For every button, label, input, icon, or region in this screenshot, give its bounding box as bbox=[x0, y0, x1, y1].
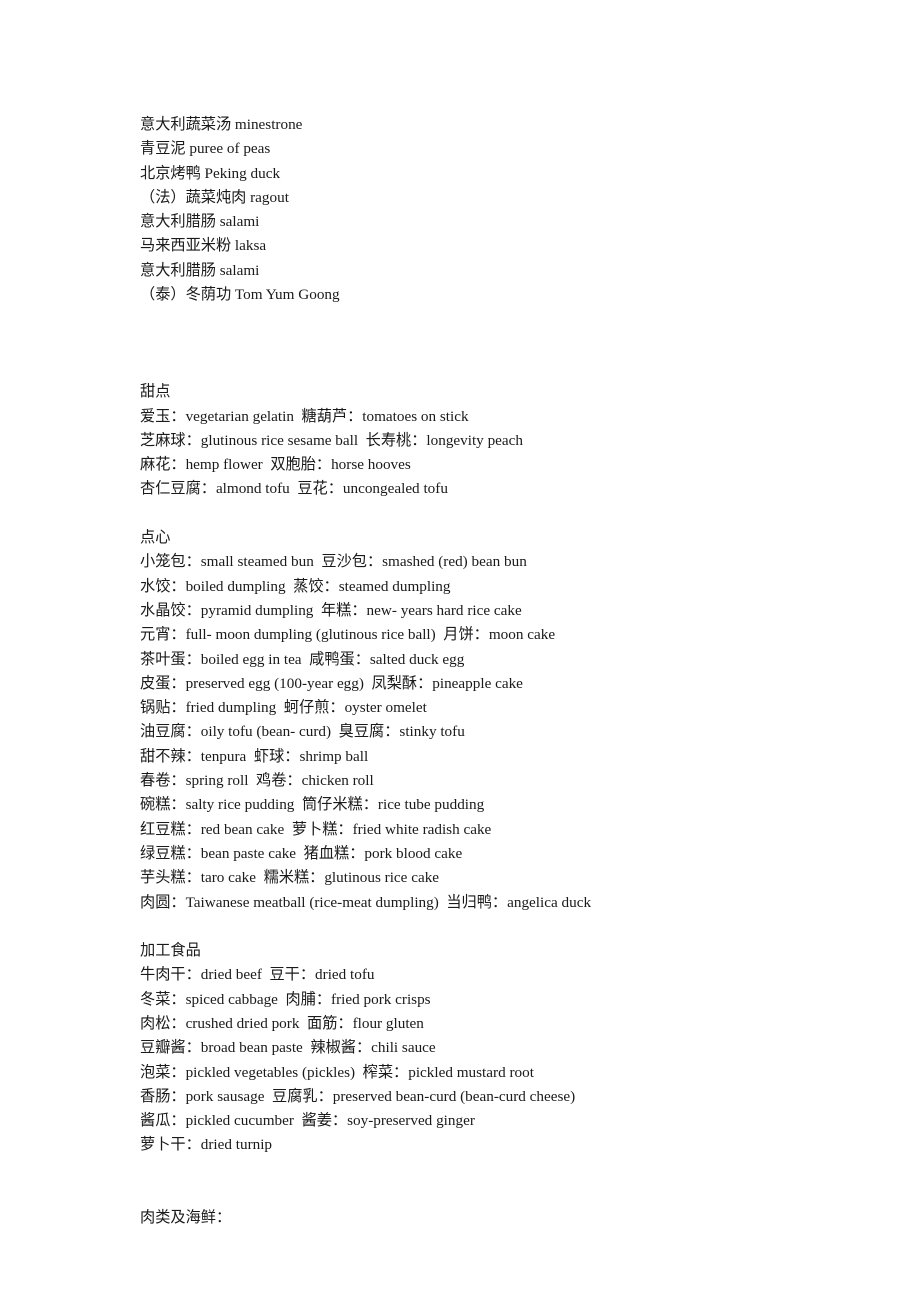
document-line: 水饺：boiled dumpling 蒸饺：steamed dumpling bbox=[140, 577, 451, 595]
text-block-dim-sum: 点心 小笼包：small steamed bun 豆沙包：smashed (re… bbox=[140, 526, 920, 915]
section-heading-meat-and-seafood: 肉类及海鲜： bbox=[140, 1209, 232, 1227]
document-line: 水晶饺：pyramid dumpling 年糕：new- years hard … bbox=[140, 601, 522, 619]
document-line: 小笼包：small steamed bun 豆沙包：smashed (red) … bbox=[140, 553, 527, 571]
document-line: 茶叶蛋：boiled egg in tea 咸鸭蛋：salted duck eg… bbox=[140, 650, 465, 668]
section-heading-dim-sum: 点心 bbox=[140, 529, 171, 547]
document-line: 爱玉：vegetarian gelatin 糖葫芦：tomatoes on st… bbox=[140, 407, 469, 425]
document-line: （法）蔬菜炖肉 ragout bbox=[140, 188, 289, 206]
document-line: 皮蛋：preserved egg (100-year egg) 凤梨酥：pine… bbox=[140, 674, 523, 692]
document-line: 意大利腊肠 salami bbox=[140, 261, 260, 279]
document-line: 油豆腐：oily tofu (bean- curd) 臭豆腐：stinky to… bbox=[140, 723, 465, 741]
document-line: 牛肉干：dried beef 豆干：dried tofu bbox=[140, 966, 375, 984]
document-line: 元宵：full- moon dumpling (glutinous rice b… bbox=[140, 626, 556, 644]
document-line: 马来西亚米粉 laksa bbox=[140, 237, 267, 255]
document-line: 甜不辣：tenpura 虾球：shrimp ball bbox=[140, 747, 369, 765]
document-line: 红豆糕：red bean cake 萝卜糕：fried white radish… bbox=[140, 820, 492, 838]
section-heading-desserts: 甜点 bbox=[140, 383, 171, 401]
document-line: 麻花：hemp flower 双胞胎：horse hooves bbox=[140, 456, 411, 474]
document-line: （泰）冬荫功 Tom Yum Goong bbox=[140, 286, 340, 304]
document-line: 豆瓣酱：broad bean paste 辣椒酱：chili sauce bbox=[140, 1039, 436, 1057]
document-line: 肉圆：Taiwanese meatball (rice-meat dumplin… bbox=[140, 893, 592, 911]
document-line: 意大利腊肠 salami bbox=[140, 213, 260, 231]
document-line: 碗糕：salty rice pudding 筒仔米糕：rice tube pud… bbox=[140, 796, 485, 814]
document-line: 杏仁豆腐：almond tofu 豆花：uncongealed tofu bbox=[140, 480, 448, 498]
document-line: 意大利蔬菜汤 minestrone bbox=[140, 116, 303, 133]
text-block-meat-and-seafood: 肉类及海鲜： bbox=[140, 1206, 920, 1230]
document-line: 香肠：pork sausage 豆腐乳：preserved bean-curd … bbox=[140, 1087, 576, 1105]
document-line: 萝卜干：dried turnip bbox=[140, 1136, 273, 1154]
document-line: 北京烤鸭 Peking duck bbox=[140, 164, 281, 182]
document-line: 冬菜：spiced cabbage 肉脯：fried pork crisps bbox=[140, 990, 431, 1008]
document-line: 绿豆糕：bean paste cake 猪血糕：pork blood cake bbox=[140, 844, 463, 862]
document-line: 锅贴：fried dumpling 蚵仔煎：oyster omelet bbox=[140, 699, 427, 717]
document-page: 意大利蔬菜汤 minestrone 青豆泥 puree of peas 北京烤鸭… bbox=[0, 0, 920, 1302]
document-line: 芝麻球：glutinous rice sesame ball 长寿桃：longe… bbox=[140, 431, 523, 449]
document-line: 青豆泥 puree of peas bbox=[140, 140, 271, 158]
document-line: 酱瓜：pickled cucumber 酱姜：soy-preserved gin… bbox=[140, 1112, 475, 1130]
section-heading-processed-foods: 加工食品 bbox=[140, 942, 201, 960]
document-line: 泡菜：pickled vegetables (pickles) 榨菜：pickl… bbox=[140, 1063, 534, 1081]
document-line: 春卷：spring roll 鸡卷：chicken roll bbox=[140, 772, 374, 790]
document-line: 肉松：crushed dried pork 面筋：flour gluten bbox=[140, 1014, 424, 1032]
text-block-processed-foods: 加工食品 牛肉干：dried beef 豆干：dried tofu 冬菜：spi… bbox=[140, 939, 920, 1158]
text-block-soups-and-dishes: 意大利蔬菜汤 minestrone 青豆泥 puree of peas 北京烤鸭… bbox=[140, 113, 920, 307]
document-line: 芋头糕：taro cake 糯米糕：glutinous rice cake bbox=[140, 869, 440, 887]
text-block-desserts: 甜点 爱玉：vegetarian gelatin 糖葫芦：tomatoes on… bbox=[140, 380, 920, 501]
